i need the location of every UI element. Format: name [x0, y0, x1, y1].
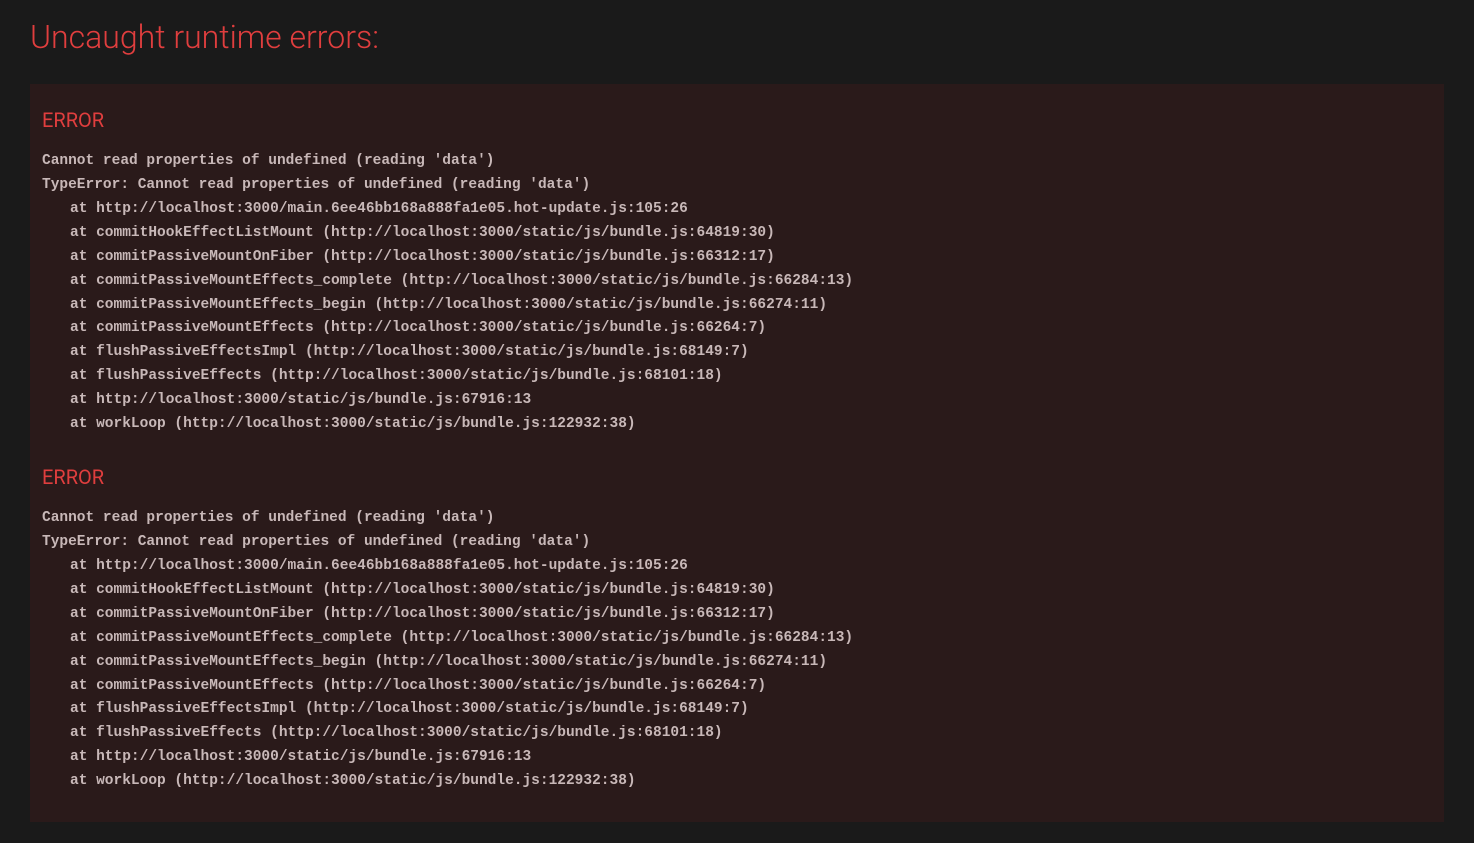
- stack-frame: at commitPassiveMountEffects_begin (http…: [42, 654, 827, 670]
- stack-frame: at http://localhost:3000/static/js/bundl…: [42, 749, 531, 765]
- stack-frame: at commitPassiveMountOnFiber (http://loc…: [42, 249, 775, 265]
- stack-frame: at workLoop (http://localhost:3000/stati…: [42, 416, 636, 432]
- stack-frame: at commitPassiveMountOnFiber (http://loc…: [42, 606, 775, 622]
- stack-frame: at flushPassiveEffects (http://localhost…: [42, 725, 723, 741]
- stack-frame: at flushPassiveEffectsImpl (http://local…: [42, 701, 749, 717]
- page-title: Uncaught runtime errors:: [0, 0, 1474, 66]
- error-message-line: Cannot read properties of undefined (rea…: [42, 153, 494, 169]
- stack-frame: at commitPassiveMountEffects (http://loc…: [42, 678, 766, 694]
- stack-frame: at http://localhost:3000/main.6ee46bb168…: [42, 201, 688, 217]
- stack-frame: at commitHookEffectListMount (http://loc…: [42, 582, 775, 598]
- error-label: ERROR: [42, 108, 1432, 150]
- stack-frame: at http://localhost:3000/main.6ee46bb168…: [42, 558, 688, 574]
- error-stack-trace: Cannot read properties of undefined (rea…: [42, 507, 1432, 794]
- error-message-line: Cannot read properties of undefined (rea…: [42, 510, 494, 526]
- error-overlay-container: ERROR Cannot read properties of undefine…: [30, 84, 1444, 822]
- error-type-line: TypeError: Cannot read properties of und…: [42, 534, 590, 550]
- error-block: ERROR Cannot read properties of undefine…: [42, 465, 1432, 794]
- stack-frame: at flushPassiveEffectsImpl (http://local…: [42, 344, 749, 360]
- stack-frame: at flushPassiveEffects (http://localhost…: [42, 368, 723, 384]
- error-label: ERROR: [42, 465, 1432, 507]
- error-type-line: TypeError: Cannot read properties of und…: [42, 177, 590, 193]
- stack-frame: at workLoop (http://localhost:3000/stati…: [42, 773, 636, 789]
- stack-frame: at commitPassiveMountEffects (http://loc…: [42, 320, 766, 336]
- error-block: ERROR Cannot read properties of undefine…: [42, 108, 1432, 437]
- stack-frame: at commitPassiveMountEffects_complete (h…: [42, 273, 853, 289]
- stack-frame: at http://localhost:3000/static/js/bundl…: [42, 392, 531, 408]
- stack-frame: at commitHookEffectListMount (http://loc…: [42, 225, 775, 241]
- stack-frame: at commitPassiveMountEffects_complete (h…: [42, 630, 853, 646]
- error-stack-trace: Cannot read properties of undefined (rea…: [42, 150, 1432, 437]
- stack-frame: at commitPassiveMountEffects_begin (http…: [42, 297, 827, 313]
